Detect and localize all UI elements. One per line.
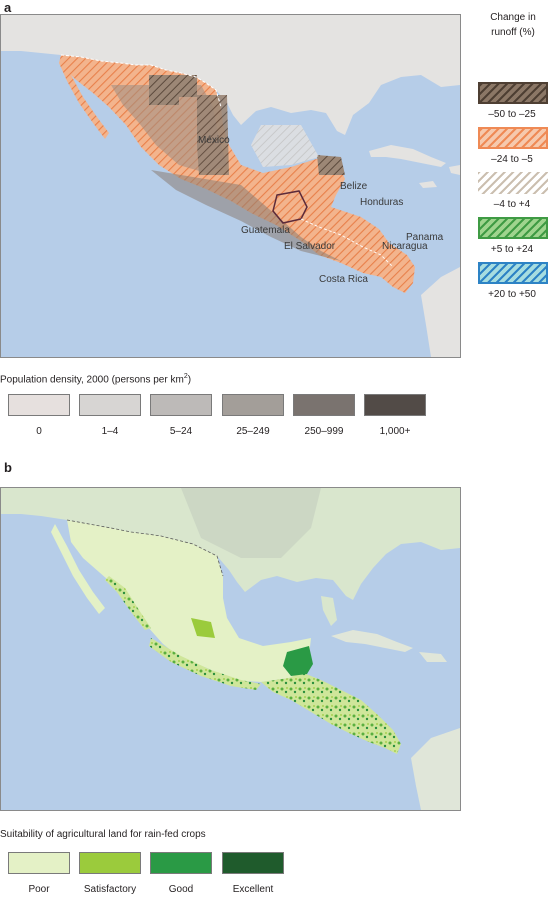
pop-swatch-3 xyxy=(222,394,284,416)
pop-swatch-label-2: 5–24 xyxy=(169,426,193,437)
label-panama: Panama xyxy=(406,232,444,243)
runoff-swatch-0 xyxy=(478,82,548,104)
runoff-swatch-label-3: +5 to +24 xyxy=(490,244,534,255)
label-honduras: Honduras xyxy=(360,197,404,208)
panel-a-letter: a xyxy=(4,0,12,15)
label-belize: Belize xyxy=(340,181,368,192)
suit-swatch-label-0: Poor xyxy=(28,884,50,895)
label-mexico: México xyxy=(198,135,230,146)
runoff-swatch-label-2: –4 to +4 xyxy=(493,199,531,210)
label-el-salvador: El Salvador xyxy=(284,241,336,252)
suit-swatch-label-2: Good xyxy=(168,884,194,895)
suit-swatch-2 xyxy=(150,852,212,874)
pop-swatch-label-1: 1–4 xyxy=(101,426,119,437)
label-costa-rica: Costa Rica xyxy=(319,274,368,285)
panel-b-letter: b xyxy=(4,460,12,475)
pop-swatch-1 xyxy=(79,394,141,416)
map-a: México Belize Honduras Guatemala El Salv… xyxy=(0,14,461,358)
runoff-swatch-label-0: –50 to –25 xyxy=(488,109,536,120)
pop-swatch-label-3: 25–249 xyxy=(236,426,270,437)
suit-swatch-1 xyxy=(79,852,141,874)
suit-swatch-label-1: Satisfactory xyxy=(83,884,137,895)
runoff-swatch-label-1: –24 to –5 xyxy=(491,154,533,165)
pop-swatch-5 xyxy=(364,394,426,416)
pop-swatch-label-4: 250–999 xyxy=(304,426,344,437)
suit-swatch-3 xyxy=(222,852,284,874)
pop-swatch-4 xyxy=(293,394,355,416)
suit-swatch-0 xyxy=(8,852,70,874)
runoff-legend-title: Change in runoff (%) xyxy=(490,12,536,38)
runoff-swatch-2 xyxy=(478,172,548,194)
pop-swatch-label-5: 1,000+ xyxy=(379,426,411,437)
pop-swatch-label-0: 0 xyxy=(36,426,42,437)
runoff-swatch-4 xyxy=(478,262,548,284)
pop-swatch-0 xyxy=(8,394,70,416)
suit-swatch-label-3: Excellent xyxy=(232,884,274,895)
map-b xyxy=(0,487,461,811)
suit-legend-title: Suitability of agricultural land for rai… xyxy=(0,829,206,840)
runoff-swatch-3 xyxy=(478,217,548,239)
label-guatemala: Guatemala xyxy=(241,225,290,236)
pop-swatch-2 xyxy=(150,394,212,416)
runoff-swatch-1 xyxy=(478,127,548,149)
runoff-swatch-label-4: +20 to +50 xyxy=(488,289,536,300)
pop-legend-title: Population density, 2000 (persons per km… xyxy=(0,373,192,386)
